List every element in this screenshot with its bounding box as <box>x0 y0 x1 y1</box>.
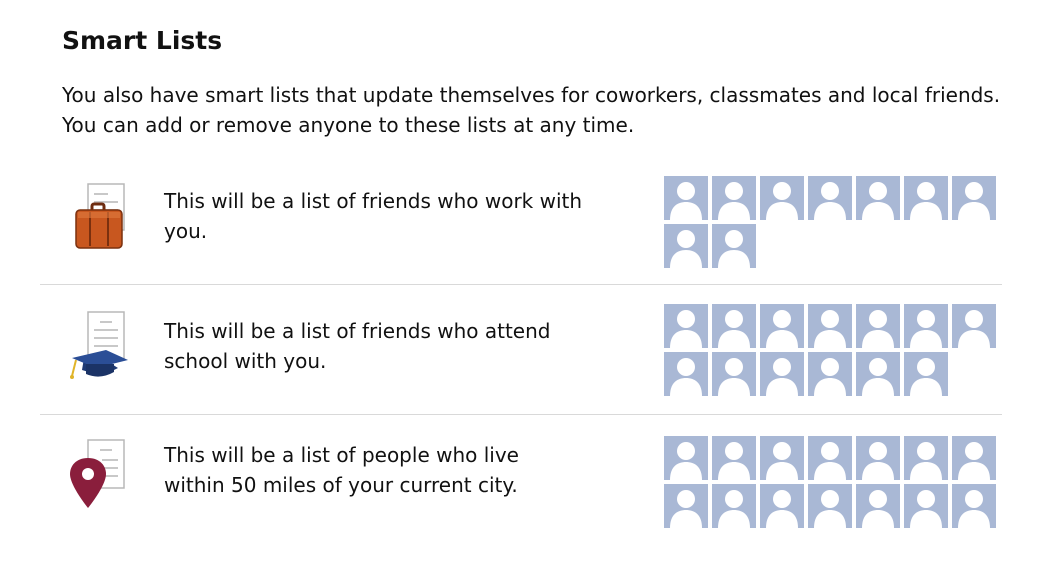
avatar-placeholder <box>808 484 852 528</box>
avatar-placeholder <box>760 484 804 528</box>
avatar-placeholder <box>856 176 900 220</box>
avatar-placeholder <box>808 436 852 480</box>
briefcase-icon <box>66 178 138 258</box>
avatar-placeholder <box>904 436 948 480</box>
avatar-placeholder <box>856 436 900 480</box>
avatar-grid <box>664 176 1004 272</box>
avatar-placeholder <box>952 176 996 220</box>
map-pin-icon <box>66 432 138 512</box>
avatar-placeholder <box>952 436 996 480</box>
avatar-placeholder <box>664 436 708 480</box>
avatar-placeholder <box>712 484 756 528</box>
avatar-placeholder <box>760 352 804 396</box>
avatar-placeholder <box>712 436 756 480</box>
avatar-placeholder <box>904 352 948 396</box>
intro-text: You also have smart lists that update th… <box>62 83 1001 137</box>
avatar-placeholder <box>760 176 804 220</box>
avatar-placeholder <box>664 176 708 220</box>
divider <box>40 284 1002 285</box>
divider <box>40 414 1002 415</box>
avatar-placeholder <box>856 484 900 528</box>
avatar-placeholder <box>664 484 708 528</box>
smart-list-description: This will be a list of friends who atten… <box>164 319 551 373</box>
avatar-placeholder <box>856 352 900 396</box>
avatar-placeholder <box>712 176 756 220</box>
avatar-grid <box>664 436 1004 532</box>
page-title: Smart Lists <box>62 26 223 55</box>
avatar-placeholder <box>952 484 996 528</box>
avatar-placeholder <box>808 176 852 220</box>
avatar-placeholder <box>712 304 756 348</box>
avatar-placeholder <box>712 224 756 268</box>
avatar-placeholder <box>808 304 852 348</box>
avatar-placeholder <box>664 352 708 396</box>
avatar-placeholder <box>904 304 948 348</box>
avatar-placeholder <box>712 352 756 396</box>
avatar-placeholder <box>760 436 804 480</box>
avatar-placeholder <box>808 352 852 396</box>
avatar-placeholder <box>856 304 900 348</box>
smart-list-description: This will be a list of people who live w… <box>164 443 519 497</box>
graduation-cap-icon <box>66 308 138 388</box>
smart-list-description: This will be a list of friends who work … <box>164 189 583 243</box>
avatar-placeholder <box>904 176 948 220</box>
avatar-placeholder <box>904 484 948 528</box>
avatar-placeholder <box>760 304 804 348</box>
avatar-placeholder <box>952 304 996 348</box>
avatar-placeholder <box>664 224 708 268</box>
avatar-placeholder <box>664 304 708 348</box>
avatar-grid <box>664 304 1004 400</box>
